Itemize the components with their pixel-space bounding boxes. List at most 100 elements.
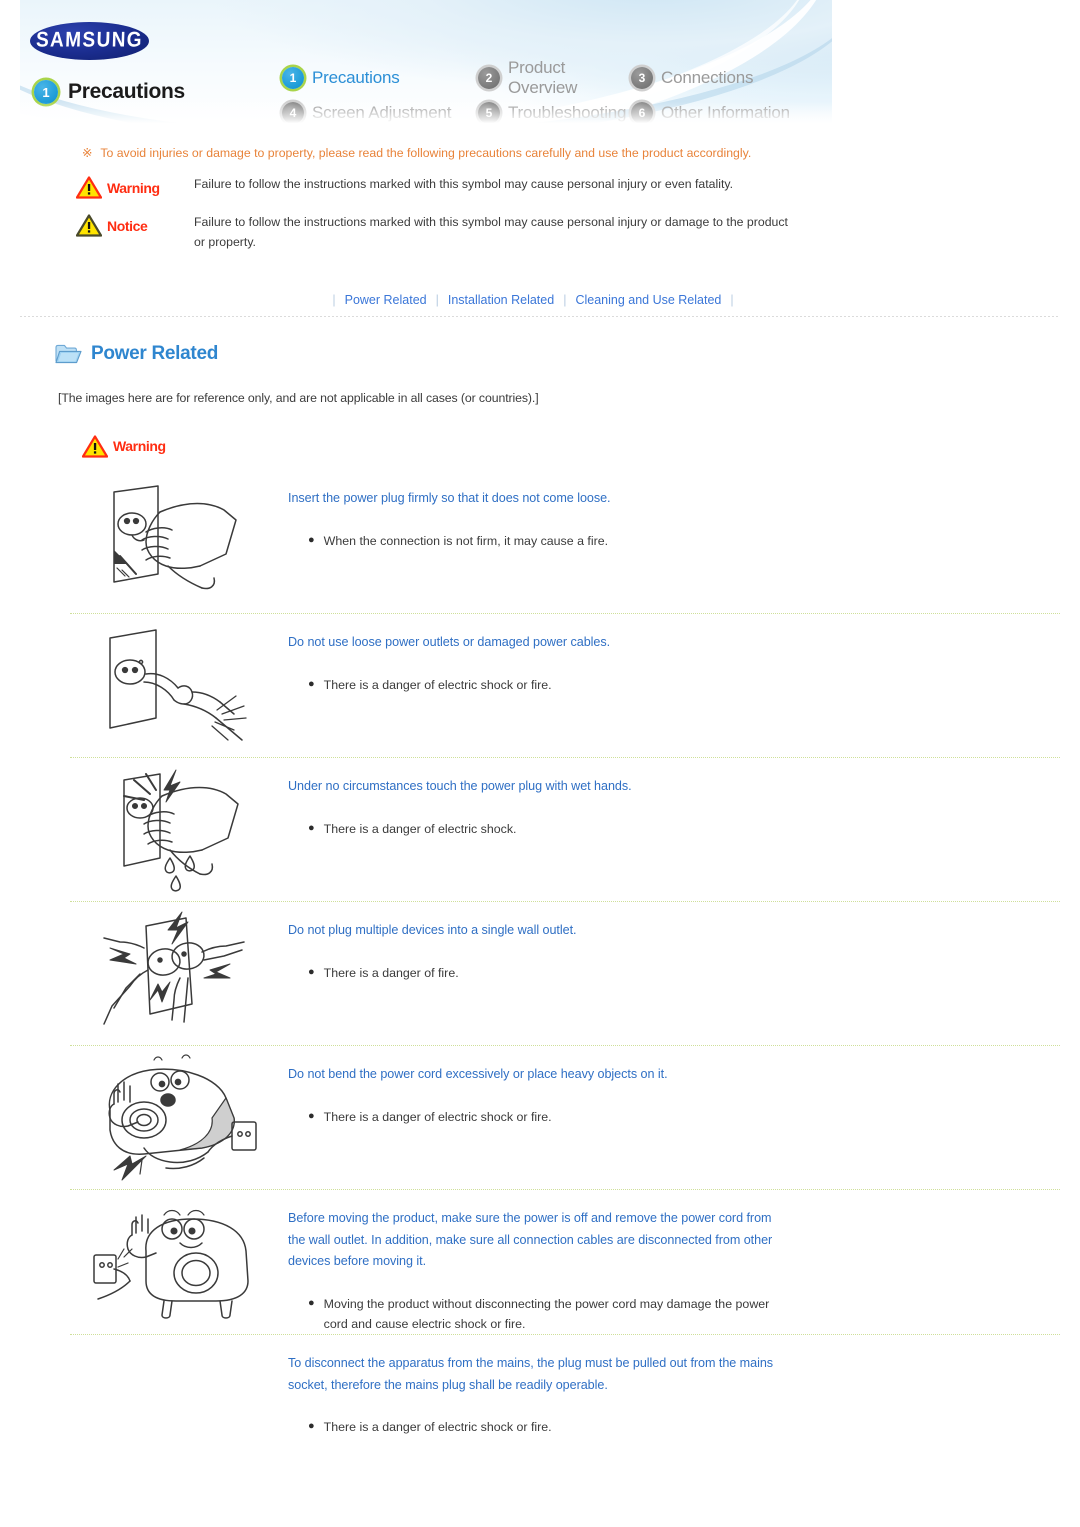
precaution-bullet: ● There is a danger of electric shock or… <box>288 675 778 695</box>
precaution-body: Do not bend the power cord excessively o… <box>288 1052 1060 1127</box>
nav-badge-2: 2 <box>478 66 500 89</box>
bullet-dot-icon: ● <box>308 1420 315 1433</box>
precaution-bullet: ● Moving the product without disconnecti… <box>288 1294 778 1334</box>
header-bottom-fade <box>20 102 832 128</box>
precaution-list: Insert the power plug firmly so that it … <box>0 470 1080 1479</box>
bullet-dot-icon: ● <box>308 821 315 834</box>
subnav-sep-0: | <box>332 292 336 307</box>
precaution-body: Under no circumstances touch the power p… <box>288 764 1060 839</box>
precaution-item: Do not plug multiple devices into a sing… <box>70 902 1060 1046</box>
precaution-bullets: ● There is a danger of electric shock or… <box>288 1417 1050 1437</box>
bullet-dot-icon: ● <box>308 1296 315 1309</box>
precaution-item: Under no circumstances touch the power p… <box>70 758 1060 902</box>
page-header: SAMSUNG 1 Precautions 1 Precautions 2 Pr… <box>20 0 832 128</box>
nav-badge-3: 3 <box>631 66 653 89</box>
notice-triangle-icon <box>76 214 102 237</box>
intro-note-text: To avoid injuries or damage to property,… <box>100 146 752 160</box>
subnav-link-power-related[interactable]: Power Related <box>345 293 427 307</box>
bullet-dot-icon: ● <box>308 1109 315 1122</box>
precaution-bullet: ● When the connection is not firm, it ma… <box>288 531 778 551</box>
nav-item-product-overview[interactable]: 2 Product Overview <box>478 57 631 97</box>
bullet-text: There is a danger of electric shock or f… <box>323 677 552 692</box>
subnav-divider <box>20 315 1060 317</box>
precaution-item: To disconnect the apparatus from the mai… <box>70 1335 1060 1479</box>
legend-row-notice: Notice Failure to follow the instruction… <box>76 213 1060 253</box>
nav-item-connections[interactable]: 3 Connections <box>631 60 790 95</box>
precaution-body: Do not plug multiple devices into a sing… <box>288 908 1060 983</box>
subnav-link-cleaning-and-use-related[interactable]: Cleaning and Use Related <box>575 293 721 307</box>
warning-triangle-icon <box>82 435 108 458</box>
power-related-title: Power Related <box>91 342 219 364</box>
bent-cord-projector-icon <box>70 1052 288 1182</box>
precaution-bullet: ● There is a danger of electric shock or… <box>288 1107 778 1127</box>
precaution-body: To disconnect the apparatus from the mai… <box>288 1341 1060 1437</box>
warning-section-header: Warning <box>82 435 1080 458</box>
precaution-bullets: ● There is a danger of electric shock or… <box>288 1107 1050 1127</box>
precaution-title: Insert the power plug firmly so that it … <box>288 490 611 505</box>
power-related-heading: Power Related <box>55 343 1080 365</box>
precaution-bullets: ● There is a danger of fire. <box>288 963 1050 983</box>
legend-desc-notice: Failure to follow the instructions marke… <box>194 215 788 249</box>
precaution-title: To disconnect the apparatus from the mai… <box>288 1356 774 1392</box>
subnav: | Power Related | Installation Related |… <box>20 293 1060 316</box>
multi-plug-outlet-icon <box>70 908 288 1038</box>
bullet-text: There is a danger of electric shock. <box>323 821 517 836</box>
nav-label-connections: Connections <box>661 67 754 87</box>
precaution-bullets: ● Moving the product without disconnecti… <box>288 1294 1050 1334</box>
precaution-body: Insert the power plug firmly so that it … <box>288 476 1060 551</box>
precaution-title: Do not bend the power cord excessively o… <box>288 1066 668 1081</box>
precaution-bullet: ● There is a danger of electric shock or… <box>288 1417 778 1437</box>
precaution-body: Do not use loose power outlets or damage… <box>288 620 1060 695</box>
precaution-bullet: ● There is a danger of electric shock. <box>288 819 778 839</box>
symbol-legend: Warning Failure to follow the instructio… <box>20 175 1060 253</box>
precaution-item: Do not use loose power outlets or damage… <box>70 614 1060 758</box>
folder-icon <box>55 343 82 365</box>
precaution-title: Before moving the product, make sure the… <box>288 1210 773 1269</box>
precaution-body: Before moving the product, make sure the… <box>288 1196 1060 1334</box>
legend-label-notice: Notice <box>107 217 148 234</box>
nav-item-precautions[interactable]: 1 Precautions <box>282 60 478 95</box>
nav-label-product-overview: Product Overview <box>508 57 578 97</box>
bullet-text: When the connection is not firm, it may … <box>323 533 609 548</box>
warning-section-label: Warning <box>113 438 166 455</box>
bullet-text: There is a danger of fire. <box>323 965 459 980</box>
section-number-badge: 1 <box>34 80 58 104</box>
precaution-bullets: ● When the connection is not firm, it ma… <box>288 531 1050 551</box>
legend-key-warning: Warning <box>76 175 194 199</box>
samsung-logo-text: SAMSUNG <box>35 28 144 53</box>
precaution-title: Under no circumstances touch the power p… <box>288 778 632 793</box>
subnav-block: | Power Related | Installation Related |… <box>0 293 1080 317</box>
intro-note: ※ To avoid injuries or damage to propert… <box>20 144 782 163</box>
subnav-link-installation-related[interactable]: Installation Related <box>448 293 554 307</box>
warning-triangle-icon <box>76 176 102 199</box>
reference-note: [The images here are for reference only,… <box>58 390 539 405</box>
samsung-logo: SAMSUNG <box>30 22 149 60</box>
bullet-text: Moving the product without disconnecting… <box>323 1296 770 1331</box>
precaution-item: Do not bend the power cord excessively o… <box>70 1046 1060 1190</box>
unplug-before-moving-icon <box>70 1196 288 1326</box>
page-title: 1 Precautions <box>34 80 185 104</box>
precaution-bullets: ● There is a danger of electric shock. <box>288 819 1050 839</box>
precaution-item: Insert the power plug firmly so that it … <box>70 470 1060 614</box>
bullet-dot-icon: ● <box>308 533 315 546</box>
reference-mark-icon: ※ <box>82 146 93 160</box>
precaution-title: Do not use loose power outlets or damage… <box>288 634 611 649</box>
legend-row-warning: Warning Failure to follow the instructio… <box>76 175 1060 199</box>
precaution-item: Before moving the product, make sure the… <box>70 1190 1060 1336</box>
bullet-dot-icon: ● <box>308 677 315 690</box>
precaution-bullet: ● There is a danger of fire. <box>288 963 778 983</box>
bullet-text: There is a danger of electric shock or f… <box>323 1420 552 1435</box>
subnav-sep-2: | <box>563 292 567 307</box>
legend-key-notice: Notice <box>76 213 194 237</box>
legend-desc-warning: Failure to follow the instructions marke… <box>194 177 734 192</box>
subnav-sep-1: | <box>435 292 439 307</box>
wet-hands-icon <box>70 764 288 894</box>
precaution-title: Do not plug multiple devices into a sing… <box>288 922 577 937</box>
bullet-text: There is a danger of electric shock or f… <box>323 1109 552 1124</box>
damaged-cable-icon <box>70 620 288 750</box>
section-title-text: Precautions <box>68 80 185 103</box>
nav-label-precautions: Precautions <box>312 67 400 87</box>
legend-label-warning: Warning <box>107 179 160 196</box>
subnav-sep-3: | <box>730 292 734 307</box>
intro-block: ※ To avoid injuries or damage to propert… <box>0 144 1080 253</box>
